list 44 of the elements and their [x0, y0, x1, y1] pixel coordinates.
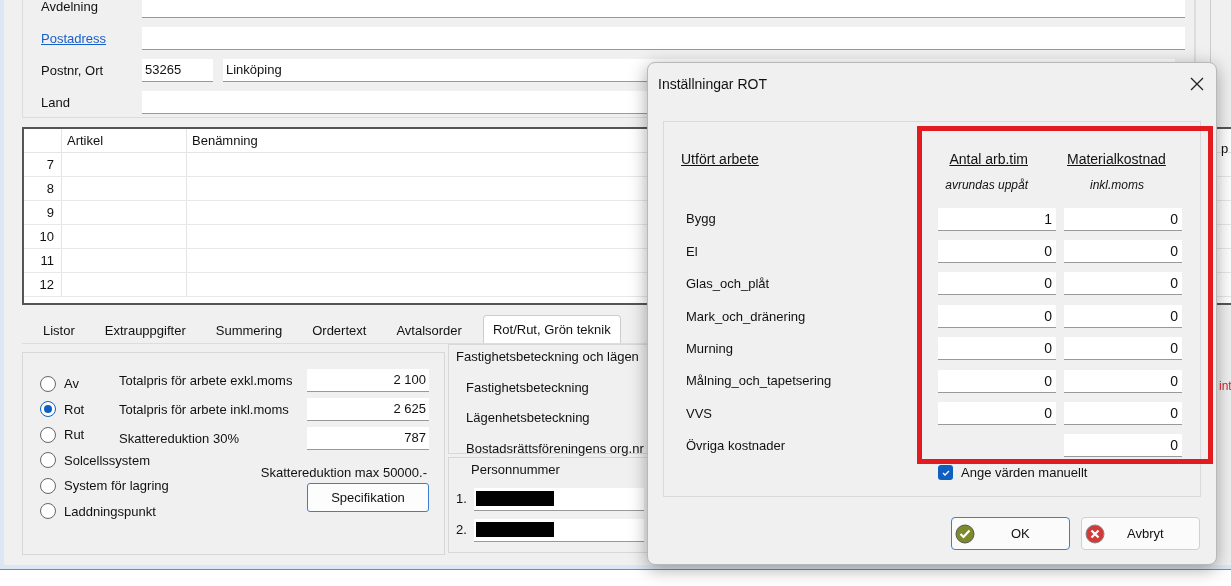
work-label: Murning: [686, 340, 734, 358]
amount-label: Totalpris för arbete exkl.moms: [119, 371, 294, 390]
column-header: Artikel: [62, 129, 187, 152]
row-number: 9: [24, 201, 62, 224]
field-label: Avdelning: [41, 0, 99, 16]
option-label: Laddningspunkt: [64, 502, 156, 521]
row-number: 12: [24, 273, 62, 296]
field-label: Fastighetsbeteckning: [466, 378, 590, 397]
group-title: Personnummer: [471, 461, 561, 479]
option-label: Solcellssystem: [64, 451, 150, 470]
column-header: Antal arb.tim: [949, 150, 1028, 169]
option-label: System för lagring: [64, 477, 169, 495]
work-label: Bygg: [686, 210, 717, 229]
field-label: Postnr, Ort: [41, 61, 105, 80]
work-label: VVS: [686, 404, 713, 423]
checkbox-label: Ange värden manuellt: [961, 464, 1088, 482]
work-label: Övriga kostnader: [686, 437, 786, 456]
max-note: Skattereduktion max 50000.-: [260, 464, 427, 482]
column-header: Benämning: [191, 132, 259, 150]
column-note: inkl.moms: [1090, 177, 1144, 194]
work-label: Målning_och_tapetsering: [686, 372, 833, 391]
field-label: Land: [41, 93, 71, 112]
field-label: Bostadsrättsföreningens org.nr: [466, 439, 645, 458]
work-label: El: [686, 242, 699, 261]
column-header: Utfört arbete: [681, 150, 759, 169]
column-note: avrundas uppåt: [945, 177, 1028, 194]
option-label: Av: [64, 375, 79, 393]
row-number: 8: [24, 177, 62, 200]
row-number: 2.: [456, 521, 468, 540]
row-number: 10: [24, 225, 62, 248]
group-title: Fastighetsbeteckning och lägen: [456, 348, 640, 366]
window-title: Inställningar ROT: [658, 74, 767, 94]
row-number: 11: [24, 249, 62, 272]
work-label: Mark_och_dränering: [686, 307, 807, 326]
option-label: Rut: [64, 426, 85, 444]
column-header: Materialkostnad: [1067, 150, 1166, 169]
warning-text: int: [1219, 378, 1231, 395]
amount-label: Skattereduktion 30%: [119, 429, 240, 448]
row-number: 1.: [456, 490, 468, 509]
amount-label: Totalpris för arbete inkl.moms: [119, 400, 290, 419]
field-label: Lägenhetsbeteckning: [466, 409, 591, 427]
option-label: Rot: [64, 400, 85, 419]
work-label: Glas_och_plåt: [686, 275, 771, 294]
row-number: 7: [24, 153, 62, 176]
